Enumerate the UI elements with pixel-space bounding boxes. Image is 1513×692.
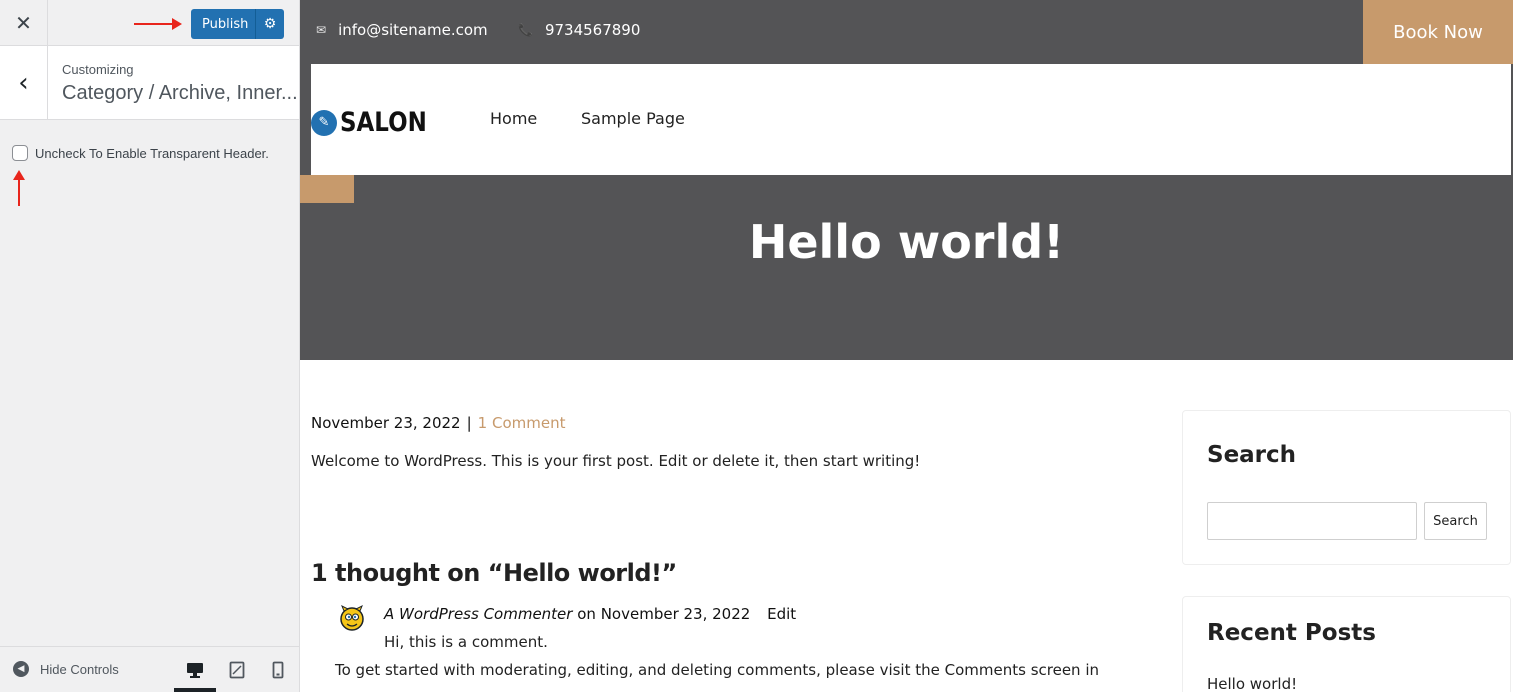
search-button[interactable]: Search xyxy=(1424,502,1487,540)
section-meta: Customizing Category / Archive, Inner... xyxy=(62,62,298,105)
desktop-icon-glyph xyxy=(187,663,203,678)
desktop-icon[interactable] xyxy=(183,659,207,681)
meta-separator: | xyxy=(466,414,472,432)
pencil-edit-icon[interactable]: ✎ xyxy=(311,109,337,136)
hide-controls-label: Hide Controls xyxy=(40,661,119,677)
phone-icon: 📞 xyxy=(518,23,533,37)
email-text[interactable]: info@sitename.com xyxy=(338,21,488,39)
transparent-header-option[interactable]: Uncheck To Enable Transparent Header. xyxy=(12,145,269,161)
contact-email[interactable]: ✉ info@sitename.com xyxy=(316,21,488,39)
contact-phone[interactable]: 📞 9734567890 xyxy=(518,21,640,39)
comments-count-link[interactable]: 1 Comment xyxy=(478,414,566,432)
search-widget: Search Search xyxy=(1182,410,1511,565)
comment-date[interactable]: November 23, 2022 xyxy=(601,605,751,623)
close-icon[interactable]: ✕ xyxy=(0,0,48,46)
page-title: Hello world! xyxy=(748,215,1065,269)
back-chevron-icon[interactable]: ‹ xyxy=(0,46,48,120)
transparent-header-checkbox[interactable] xyxy=(12,145,28,161)
comment-header: A WordPress Commenter on November 23, 20… xyxy=(384,605,796,623)
active-device-indicator xyxy=(174,688,216,692)
recent-posts-widget: Recent Posts Hello world! xyxy=(1182,596,1511,692)
publish-button[interactable]: Publish ⚙ xyxy=(191,9,284,39)
site-preview: ✉ info@sitename.com 📞 9734567890 Book No… xyxy=(300,0,1513,692)
section-title: Category / Archive, Inner... xyxy=(62,82,298,104)
comment-text-line1: Hi, this is a comment. xyxy=(384,633,548,651)
post-content: Welcome to WordPress. This is your first… xyxy=(311,452,921,470)
collapse-arrow-icon: ◀ xyxy=(13,661,29,677)
tablet-icon-glyph xyxy=(229,661,245,679)
hide-controls-button[interactable]: ◀ Hide Controls xyxy=(13,661,119,677)
comment-text-line2: To get started with moderating, editing,… xyxy=(335,661,1100,679)
mobile-icon-glyph xyxy=(272,661,284,679)
gear-icon[interactable]: ⚙ xyxy=(256,16,284,32)
nav-sample-page[interactable]: Sample Page xyxy=(581,109,685,128)
commenter-avatar-icon xyxy=(340,604,364,631)
comment-on: on xyxy=(577,605,596,623)
search-widget-title: Search xyxy=(1207,442,1297,468)
top-bar: ✉ info@sitename.com 📞 9734567890 Book No… xyxy=(300,0,1513,64)
book-now-button[interactable]: Book Now xyxy=(1363,0,1513,64)
comment-author[interactable]: A WordPress Commenter xyxy=(384,605,572,623)
tablet-icon[interactable] xyxy=(225,659,249,681)
annotation-arrow-up xyxy=(13,170,25,206)
site-logo[interactable]: ✎ SALON xyxy=(311,107,442,138)
customizer-footer: ◀ Hide Controls xyxy=(0,646,299,692)
post-meta: November 23, 2022 | 1 Comment xyxy=(311,414,565,432)
section-customizing-label: Customizing xyxy=(62,62,134,77)
phone-text[interactable]: 9734567890 xyxy=(545,21,640,39)
post-date: November 23, 2022 xyxy=(311,414,461,432)
customizer-sidebar: ✕ Publish ⚙ ‹ Customizing Category / Arc… xyxy=(0,0,300,692)
recent-posts-title: Recent Posts xyxy=(1207,620,1376,646)
hero-accent-block xyxy=(300,175,354,203)
annotation-arrow-right xyxy=(134,18,182,30)
customizer-header: ✕ Publish ⚙ xyxy=(0,0,299,46)
section-header: ‹ Customizing Category / Archive, Inner.… xyxy=(0,46,299,120)
envelope-icon: ✉ xyxy=(316,23,327,37)
logo-text[interactable]: SALON xyxy=(340,107,427,138)
main-navbar: ✎ SALON Home Sample Page xyxy=(311,64,1511,175)
mobile-icon[interactable] xyxy=(266,659,290,681)
comments-heading: 1 thought on “Hello world!” xyxy=(311,559,677,587)
recent-post-link[interactable]: Hello world! xyxy=(1207,675,1297,692)
search-input[interactable] xyxy=(1207,502,1417,540)
comment-edit-link[interactable]: Edit xyxy=(767,605,796,623)
publish-label[interactable]: Publish xyxy=(191,17,255,32)
nav-home[interactable]: Home xyxy=(490,109,537,128)
transparent-header-label[interactable]: Uncheck To Enable Transparent Header. xyxy=(35,146,269,161)
